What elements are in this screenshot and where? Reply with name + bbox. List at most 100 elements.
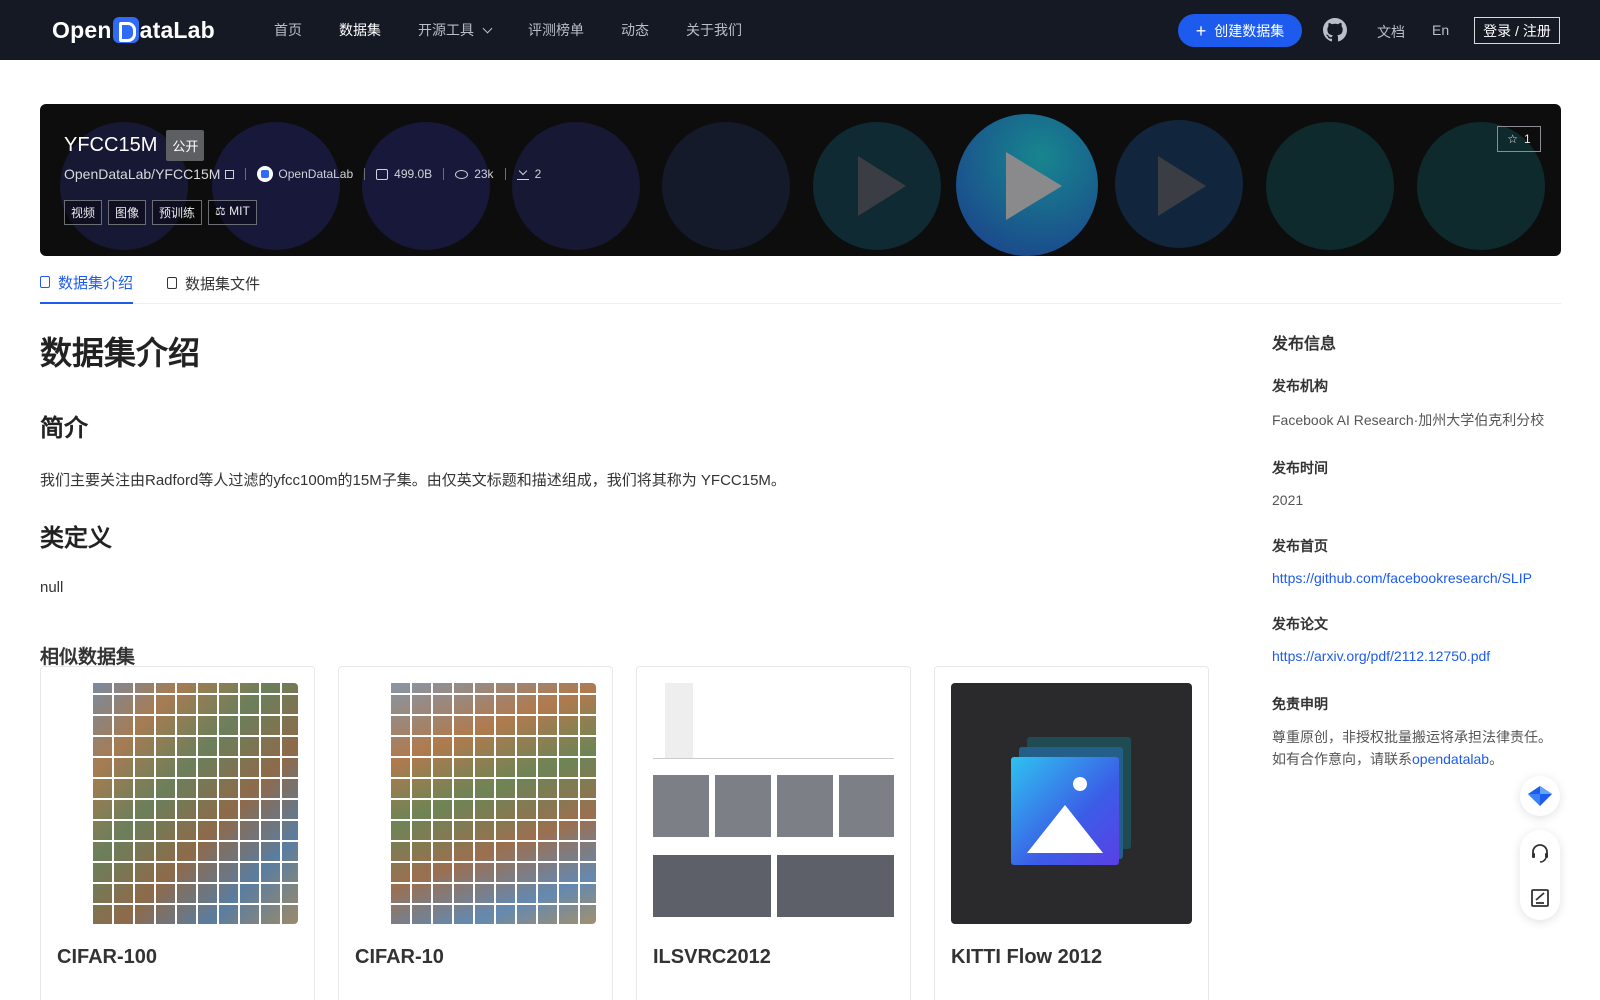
file-icon [167,277,178,289]
dataset-tags: 视频 图像 预训练 ⚖ MIT [64,200,263,225]
dataset-card-name: CIFAR-10 [355,946,444,968]
figure-panel [653,775,894,837]
publisher-label: 发布机构 [1272,378,1328,394]
nav-tools[interactable]: 开源工具 [418,20,493,40]
tag-pretrain[interactable]: 预训练 [152,200,203,225]
dataset-title: YFCC15M 公开 [64,130,205,161]
homepage-link[interactable]: https://github.com/facebookresearch/SLIP [1272,570,1562,586]
nav-links: 首页 数据集 开源工具 评测榜单 动态 关于我们 [274,0,779,60]
summary-text: 我们主要关注由Radford等人过滤的yfcc100m的15M子集。由仅英文标题… [40,472,786,489]
nav-tools-label: 开源工具 [418,22,474,38]
paper-link[interactable]: https://arxiv.org/pdf/2112.12750.pdf [1272,648,1562,664]
create-dataset-label: 创建数据集 [1214,22,1285,39]
intro-title: 数据集介绍 [40,335,201,371]
org-avatar-icon [257,166,274,182]
dataset-name: YFCC15M [64,134,158,156]
dataset-card[interactable]: ILSVRC2012 [636,666,911,1000]
classes-text: null [40,579,64,596]
classes-heading: 类定义 [40,525,112,552]
dataset-size: 499.0B [394,167,433,181]
tab-files-label: 数据集文件 [185,275,261,293]
disclaimer-line-1: 尊重原创，非授权批量搬运将承担法律责任。 [1272,729,1552,745]
language-switch[interactable]: En [1432,22,1449,38]
summary-heading: 简介 [40,415,88,442]
logo-mark-icon [112,17,139,43]
paper-label: 发布论文 [1272,616,1328,632]
tag-license[interactable]: ⚖ MIT [208,200,257,225]
top-navbar: Open ataLab 首页 数据集 开源工具 评测榜单 动态 关于我们 + 创建… [0,0,1600,60]
dataset-banner: YFCC15M 公开 OpenDataLab/YFCC15M OpenDataL… [40,104,1561,256]
star-count: 1 [1524,132,1531,146]
tag-video[interactable]: 视频 [64,200,103,225]
dataset-views: 23k [474,167,494,181]
star-button[interactable]: ☆ 1 [1497,126,1541,152]
dataset-path: OpenDataLab/YFCC15M [64,166,221,182]
tab-files[interactable]: 数据集文件 [167,262,260,304]
download-icon [516,168,529,180]
dataset-thumbnail [57,683,298,924]
image-grid [93,683,298,924]
publisher-value: Facebook AI Research·加州大学伯克利分校 [1272,412,1545,428]
nav-home[interactable]: 首页 [274,20,302,40]
tab-intro[interactable]: 数据集介绍 [40,262,134,304]
banner-decoration [512,122,640,250]
plus-icon: + [1195,20,1207,41]
headset-icon[interactable] [1529,842,1551,864]
publish-info-title: 发布信息 [1272,336,1337,353]
dataset-card-name: ILSVRC2012 [653,946,771,968]
play-icon [1006,152,1062,220]
banner-decoration [1266,122,1394,250]
meta-divider [443,168,445,180]
dataset-card-name: KITTI Flow 2012 [951,946,1103,968]
meta-divider [245,168,247,180]
feedback-float-button[interactable] [1520,776,1560,816]
visibility-badge: 公开 [166,130,205,161]
dataset-thumbnail [951,683,1192,924]
banner-decoration [212,122,340,250]
dataset-card[interactable]: KITTI Flow 2012 [934,666,1209,1000]
floating-toolbar [1520,830,1560,920]
banner-decoration [662,122,790,250]
image-grid [391,683,596,924]
diamond-icon [1528,786,1552,806]
github-icon[interactable] [1323,18,1347,42]
database-icon [40,276,50,288]
dataset-org[interactable]: OpenDataLab [278,167,353,181]
placeholder-image-icon [1011,737,1133,869]
tag-image[interactable]: 图像 [108,200,147,225]
tab-intro-label: 数据集介绍 [58,274,134,292]
contact-link[interactable]: opendatalab [1412,751,1489,767]
banner-decoration [362,122,490,250]
meta-divider [504,168,506,180]
dataset-card[interactable]: CIFAR-10 [338,666,613,1000]
homepage-label: 发布首页 [1272,538,1328,554]
dataset-tabs: 数据集介绍 数据集文件 [40,262,1561,304]
dataset-card[interactable]: CIFAR-100 [40,666,315,1000]
disclaimer-text: 尊重原创，非授权批量搬运将承担法律责任。 如有合作意向，请联系opendatal… [1272,726,1562,770]
eye-icon [455,169,469,179]
disclaimer-line-2: 如有合作意向，请联系 [1272,751,1412,767]
copy-icon[interactable] [225,169,235,179]
intro-content: 数据集介绍 简介 我们主要关注由Radford等人过滤的yfcc100m的15M… [40,320,1210,669]
nav-leaderboard[interactable]: 评测榜单 [528,20,584,40]
license-label: MIT [229,204,250,218]
play-icon [858,156,906,216]
dataset-meta: OpenDataLab/YFCC15M OpenDataLab 499.0B 2… [64,166,541,182]
login-register-button[interactable]: 登录 / 注册 [1474,17,1560,44]
dataset-thumbnail [653,683,894,924]
nav-news[interactable]: 动态 [621,20,649,40]
docs-link[interactable]: 文档 [1377,22,1405,42]
play-icon [1158,156,1206,216]
star-icon: ☆ [1507,132,1519,146]
logo-text-rest: ataLab [139,16,215,43]
opendatalab-logo[interactable]: Open ataLab [52,14,215,46]
publish-info: 发布信息 发布机构 Facebook AI Research·加州大学伯克利分校… [1272,330,1562,770]
publish-time-value: 2021 [1272,492,1304,508]
create-dataset-button[interactable]: + 创建数据集 [1178,14,1302,47]
edit-icon[interactable] [1529,887,1551,909]
similar-heading: 相似数据集 [40,647,136,668]
nav-datasets[interactable]: 数据集 [339,20,381,40]
similar-datasets: CIFAR-100 CIFAR-10 ILSVRC2012 KITTI Flow… [40,666,1232,1000]
figure-panel [653,683,894,759]
nav-about[interactable]: 关于我们 [686,20,742,40]
